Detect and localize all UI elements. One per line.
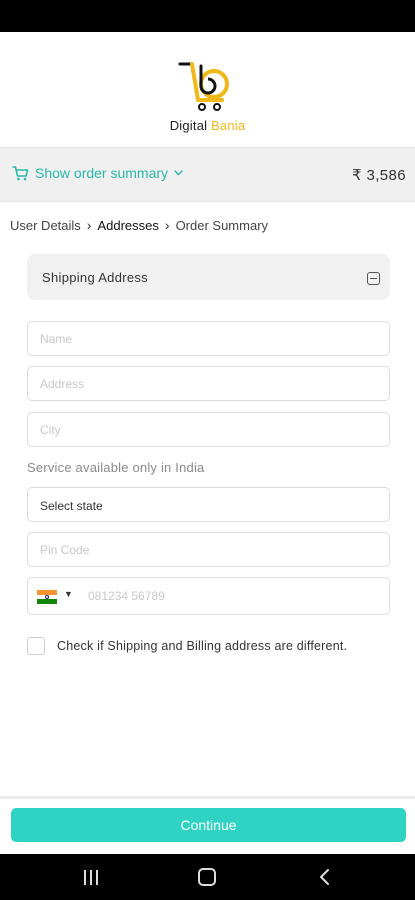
section-title: Shipping Address (42, 270, 148, 285)
order-summary-bar: Show order summary ₹ 3,586 (0, 147, 415, 202)
billing-different-row: Check if Shipping and Billing address ar… (27, 637, 347, 655)
continue-button[interactable]: Continue (11, 808, 406, 842)
digital-bania-logo (178, 62, 229, 111)
breadcrumb-addresses: Addresses (97, 217, 159, 233)
pincode-field[interactable] (27, 532, 390, 567)
shipping-address-header[interactable]: Shipping Address (27, 254, 390, 300)
order-total: ₹ 3,586 (351, 167, 406, 184)
address-field[interactable] (27, 366, 390, 401)
city-field[interactable] (27, 412, 390, 447)
show-order-summary-label: Show order summary (35, 165, 169, 181)
home-icon[interactable] (198, 868, 216, 886)
status-bar (0, 0, 415, 32)
chevron-down-icon (174, 170, 183, 176)
breadcrumb-user-details[interactable]: User Details (10, 218, 81, 233)
phone-field: ▼ (27, 577, 390, 615)
breadcrumb-separator-icon: › (164, 217, 170, 233)
state-select-value: Select state (40, 499, 103, 513)
caret-down-icon[interactable]: ▼ (64, 589, 73, 599)
show-order-summary-toggle[interactable]: Show order summary (12, 165, 183, 181)
billing-different-label[interactable]: Check if Shipping and Billing address ar… (57, 639, 347, 653)
collapse-icon[interactable] (367, 272, 380, 285)
breadcrumb-separator-icon: › (86, 217, 92, 233)
back-icon[interactable] (318, 868, 332, 886)
india-flag-icon[interactable] (37, 590, 57, 604)
state-select[interactable]: Select state (27, 487, 390, 522)
name-field[interactable] (27, 321, 390, 356)
service-note: Service available only in India (27, 460, 205, 475)
billing-different-checkbox[interactable] (27, 637, 45, 655)
logo-text: Digital Bania (0, 118, 415, 133)
header: Digital Bania (0, 32, 415, 147)
phone-input[interactable] (88, 584, 378, 608)
recents-icon[interactable] (84, 870, 100, 885)
logo-word-digital: Digital (169, 118, 208, 133)
breadcrumb-order-summary: Order Summary (175, 217, 269, 233)
breadcrumb: User Details › Addresses › Order Summary (10, 217, 268, 233)
logo-word-bania: Bania (211, 118, 246, 133)
cart-icon (12, 165, 29, 180)
footer-divider (0, 796, 415, 799)
android-nav-bar (0, 854, 415, 900)
